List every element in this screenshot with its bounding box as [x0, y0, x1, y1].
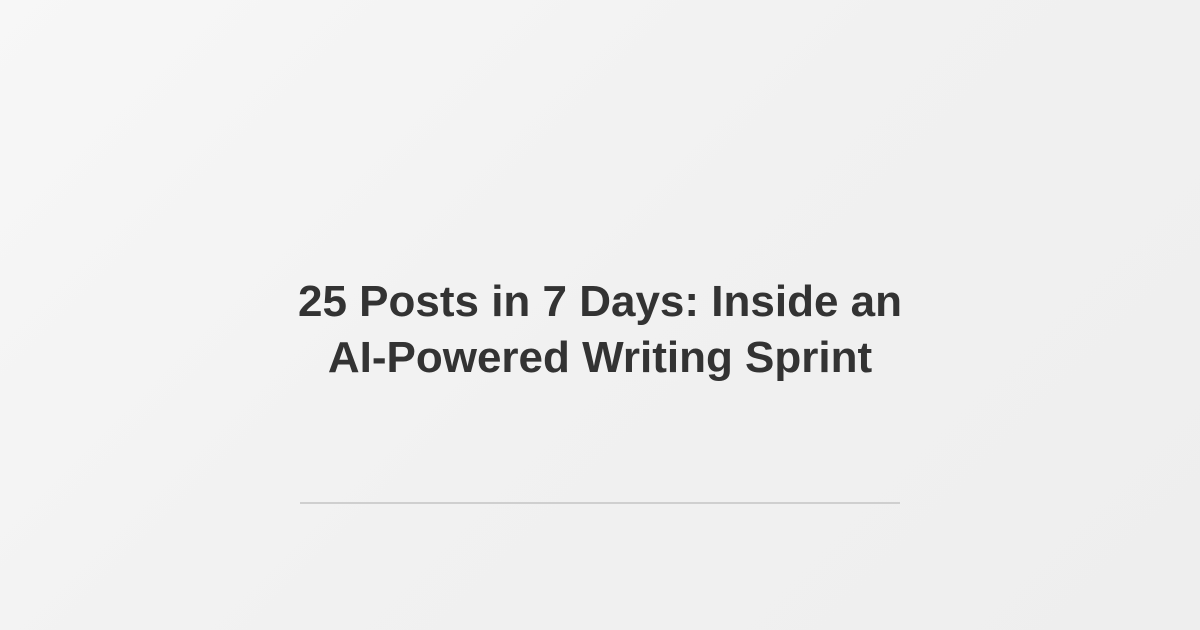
page-title: 25 Posts in 7 Days: Inside an AI-Powered…: [280, 274, 920, 386]
title-line-2: AI-Powered Writing Sprint: [327, 333, 873, 382]
divider: [300, 502, 900, 504]
social-share-card: 25 Posts in 7 Days: Inside an AI-Powered…: [0, 0, 1200, 630]
title-line-1: 25 Posts in 7 Days: Inside an: [297, 277, 902, 326]
